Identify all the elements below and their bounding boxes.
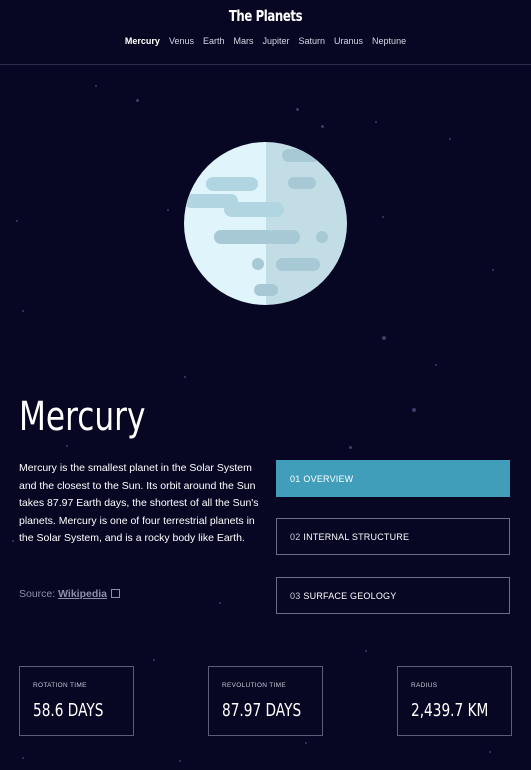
star — [489, 751, 491, 753]
star — [167, 209, 169, 211]
site-header: The Planets Mercury Venus Earth Mars Jup… — [0, 0, 531, 65]
planet-name: Mercury — [19, 394, 146, 440]
star — [22, 310, 24, 312]
nav-item-earth[interactable]: Earth — [203, 36, 225, 46]
planet-illustration — [184, 142, 347, 305]
star — [382, 216, 384, 218]
star — [184, 376, 186, 378]
nav-item-mercury[interactable]: Mercury — [125, 36, 160, 46]
tab-label: OVERVIEW — [303, 473, 354, 484]
star — [321, 125, 324, 128]
star — [349, 446, 352, 449]
star — [296, 108, 299, 111]
star — [412, 408, 416, 412]
source-line: Source: Wikipedia — [19, 588, 121, 600]
nav-item-mars[interactable]: Mars — [233, 36, 253, 46]
stat-value: 2,439.7 KM — [411, 700, 489, 721]
stat-rotation-time: ROTATION TIME 58.6 DAYS — [19, 666, 134, 736]
nav-item-uranus[interactable]: Uranus — [334, 36, 363, 46]
star — [449, 138, 451, 140]
starfield-background — [0, 0, 531, 770]
tab-number: 03 — [290, 590, 301, 601]
star — [179, 760, 181, 762]
nav-item-saturn[interactable]: Saturn — [299, 36, 326, 46]
star — [492, 269, 494, 271]
star — [382, 336, 386, 340]
star — [12, 540, 14, 542]
star — [219, 602, 221, 604]
stat-label: ROTATION TIME — [33, 682, 87, 689]
stat-label: REVOLUTION TIME — [222, 682, 286, 689]
stat-value: 58.6 DAYS — [33, 700, 104, 721]
tab-label: SURFACE GEOLOGY — [303, 590, 397, 601]
tab-number: 02 — [290, 531, 301, 542]
stat-radius: RADIUS 2,439.7 KM — [397, 666, 512, 736]
stat-value: 87.97 DAYS — [222, 700, 302, 721]
nav-item-jupiter[interactable]: Jupiter — [262, 36, 289, 46]
app-title: The Planets — [228, 7, 303, 25]
star — [305, 742, 307, 744]
star — [16, 220, 18, 222]
star — [66, 445, 68, 447]
planet-description: Mercury is the smallest planet in the So… — [19, 462, 259, 544]
star — [153, 659, 155, 661]
planet-nav: Mercury Venus Earth Mars Jupiter Saturn … — [0, 36, 531, 46]
star — [375, 121, 377, 123]
nav-item-neptune[interactable]: Neptune — [372, 36, 406, 46]
star — [22, 757, 24, 759]
star — [435, 364, 437, 366]
tab-label: INTERNAL STRUCTURE — [303, 531, 410, 542]
external-link-icon[interactable] — [111, 589, 121, 598]
star — [95, 85, 97, 87]
nav-item-venus[interactable]: Venus — [169, 36, 194, 46]
star — [136, 99, 139, 102]
source-label: Source: — [19, 588, 56, 600]
stat-revolution-time: REVOLUTION TIME 87.97 DAYS — [208, 666, 323, 736]
tab-overview[interactable]: 01 OVERVIEW — [276, 460, 510, 497]
tab-number: 01 — [290, 473, 301, 484]
tab-surface-geology[interactable]: 03 SURFACE GEOLOGY — [276, 577, 510, 614]
stat-label: RADIUS — [411, 682, 438, 689]
source-link[interactable]: Wikipedia — [58, 588, 107, 600]
star — [365, 650, 367, 652]
tab-internal-structure[interactable]: 02 INTERNAL STRUCTURE — [276, 518, 510, 555]
